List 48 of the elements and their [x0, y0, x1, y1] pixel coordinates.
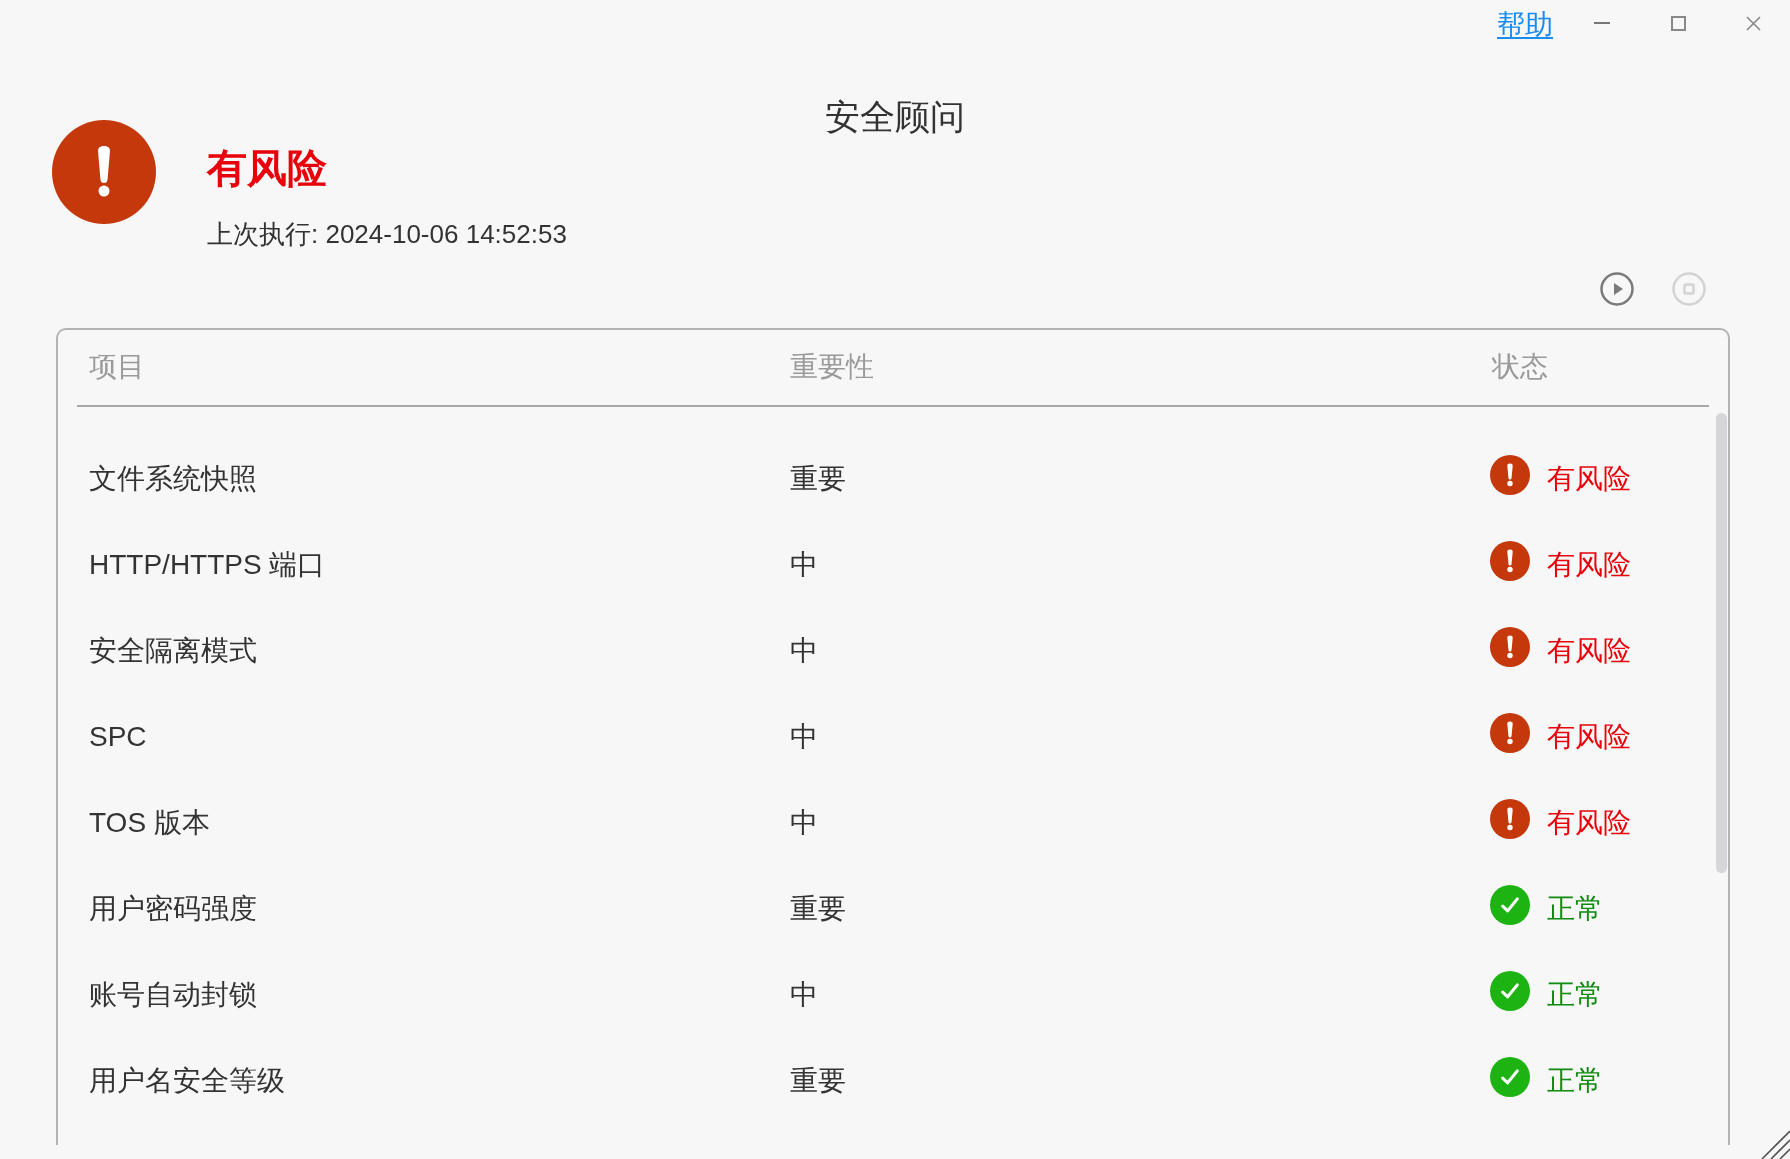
status-label: 有风险	[1547, 548, 1631, 582]
exclamation-icon	[1490, 713, 1530, 753]
scrollbar-thumb[interactable]	[1716, 413, 1727, 873]
status-label: 有风险	[1547, 462, 1631, 496]
exclamation-icon	[1490, 627, 1530, 667]
table-cell: HTTP/HTTPS 端口	[89, 548, 326, 582]
status-label: 有风险	[1547, 720, 1631, 754]
exclamation-icon	[1490, 455, 1530, 495]
check-icon	[1490, 971, 1530, 1011]
close-icon	[1745, 15, 1761, 31]
last-run-text: 上次执行: 2024-10-06 14:52:53	[207, 218, 567, 251]
table-cell: 用户名安全等级	[89, 1064, 285, 1098]
column-header: 重要性	[790, 350, 874, 384]
table-cell: 重要	[790, 892, 846, 926]
play-icon	[1600, 272, 1634, 306]
table-cell: 中	[790, 806, 818, 840]
table-cell: 重要	[790, 462, 846, 496]
check-icon	[1490, 1057, 1530, 1097]
table-cell: SPC	[89, 720, 147, 754]
table-cell: 中	[790, 720, 818, 754]
status-label: 有风险	[1547, 806, 1631, 840]
maximize-icon	[1670, 15, 1686, 31]
resize-grip-icon[interactable]	[1760, 1129, 1790, 1159]
table-cell: 重要	[790, 1064, 846, 1098]
table-cell: 用户密码强度	[89, 892, 257, 926]
status-label: 正常	[1547, 892, 1603, 926]
table-cell: 中	[790, 548, 818, 582]
minimize-icon	[1594, 22, 1610, 24]
table-cell: 中	[790, 978, 818, 1012]
status-label: 有风险	[1547, 634, 1631, 668]
check-icon	[1490, 885, 1530, 925]
stop-icon	[1672, 272, 1706, 306]
status-label: 正常	[1547, 1064, 1603, 1098]
table-cell: 中	[790, 634, 818, 668]
column-header: 状态	[1492, 350, 1548, 384]
exclamation-icon	[1490, 541, 1530, 581]
window-title: 安全顾问	[825, 97, 965, 137]
table-cell: TOS 版本	[89, 806, 210, 840]
table-cell: 安全隔离模式	[89, 634, 257, 668]
status-label: 正常	[1547, 978, 1603, 1012]
column-header: 项目	[89, 350, 145, 384]
table-cell: 账号自动封锁	[89, 978, 257, 1012]
help-link[interactable]: 帮助	[1497, 8, 1553, 42]
exclamation-icon	[1490, 799, 1530, 839]
exclamation-icon	[52, 120, 156, 224]
table-cell: 文件系统快照	[89, 462, 257, 496]
status-heading: 有风险	[207, 145, 327, 192]
run-button[interactable]	[1600, 272, 1634, 306]
